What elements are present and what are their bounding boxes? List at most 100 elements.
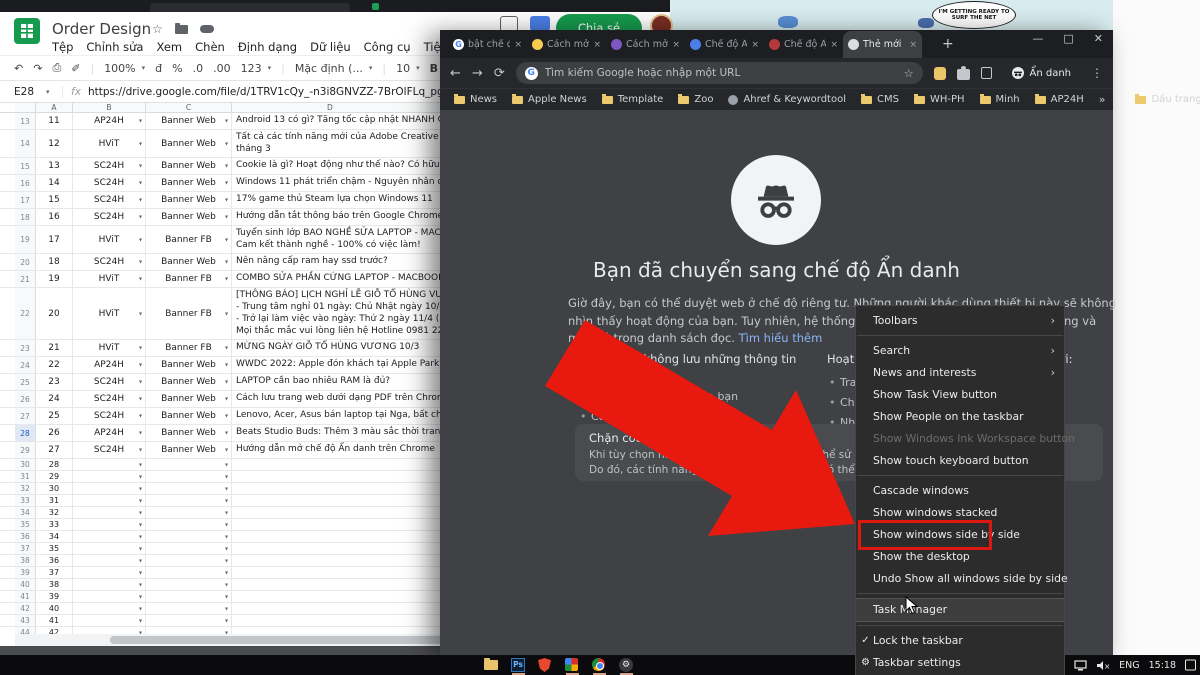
cell-a[interactable]: 33	[36, 519, 73, 530]
cell-c-dropdown[interactable]	[146, 519, 232, 530]
zoom-select[interactable]: 100%	[104, 62, 135, 75]
cell-c-dropdown[interactable]: Banner Web	[146, 175, 232, 191]
menu-item[interactable]: ✓ Lock the taskbar	[856, 630, 1064, 652]
bookmark-item[interactable]: WH-PH	[914, 94, 965, 105]
cell-a[interactable]: 26	[36, 425, 73, 441]
row-header[interactable]: 13	[15, 113, 36, 129]
print-icon[interactable]: ⎙	[52, 61, 61, 75]
volume-muted-icon[interactable]: ×	[1096, 660, 1110, 671]
cell-a[interactable]: 31	[36, 495, 73, 506]
row-header[interactable]: 14	[15, 130, 36, 157]
browser-tab[interactable]: Chế độ Ẩ ×	[685, 31, 764, 58]
cell-b-dropdown[interactable]	[73, 555, 146, 566]
row-header[interactable]: 26	[15, 391, 36, 407]
row-header[interactable]: 28	[15, 425, 36, 441]
cell-a[interactable]: 29	[36, 471, 73, 482]
row-header[interactable]: 38	[15, 555, 36, 566]
file-explorer-icon[interactable]	[484, 657, 499, 672]
cell-a[interactable]: 40	[36, 603, 73, 614]
row-header-corner[interactable]	[15, 103, 36, 112]
learn-more-link[interactable]: Tìm hiểu thêm	[739, 331, 823, 345]
cell-b-dropdown[interactable]	[73, 591, 146, 602]
menu-item[interactable]: Show People on the taskbar	[856, 406, 1064, 428]
cell-a[interactable]: 17	[36, 226, 73, 253]
row-header[interactable]: 22	[15, 288, 36, 339]
cell-c-dropdown[interactable]	[146, 567, 232, 578]
cell-c-dropdown[interactable]	[146, 615, 232, 626]
star-icon[interactable]: ☆	[152, 22, 163, 36]
menu-item[interactable]: Chèn	[195, 40, 225, 54]
tab-close-icon[interactable]: ×	[672, 40, 680, 50]
bookmark-item[interactable]: Minh	[980, 94, 1020, 105]
settings-gear-icon[interactable]: ⚙	[619, 657, 634, 672]
cell-a[interactable]: 41	[36, 615, 73, 626]
cell-c-dropdown[interactable]: Banner Web	[146, 442, 232, 458]
cell-b-dropdown[interactable]: SC24H	[73, 192, 146, 208]
cell-c-dropdown[interactable]	[146, 459, 232, 470]
menu-item[interactable]	[856, 332, 1064, 340]
row-header[interactable]: 32	[15, 483, 36, 494]
cell-a[interactable]: 23	[36, 374, 73, 390]
cell-c-dropdown[interactable]: Banner Web	[146, 254, 232, 270]
cell-b-dropdown[interactable]: SC24H	[73, 254, 146, 270]
cell-a[interactable]: 14	[36, 175, 73, 191]
row-header[interactable]: 18	[15, 209, 36, 225]
menu-item[interactable]: Show Task View button	[856, 384, 1064, 406]
cell-b-dropdown[interactable]: HViT	[73, 340, 146, 356]
cell-c-dropdown[interactable]	[146, 495, 232, 506]
cell-b-dropdown[interactable]	[73, 483, 146, 494]
cell-b-dropdown[interactable]: SC24H	[73, 374, 146, 390]
side-panel-icon[interactable]	[981, 67, 993, 79]
chrome-icon[interactable]	[592, 657, 607, 672]
menu-item[interactable]	[856, 622, 1064, 630]
row-header[interactable]: 20	[15, 254, 36, 270]
row-header[interactable]: 24	[15, 357, 36, 373]
row-header[interactable]: 39	[15, 567, 36, 578]
cell-b-dropdown[interactable]	[73, 567, 146, 578]
cell-c-dropdown[interactable]: Banner Web	[146, 391, 232, 407]
cell-a[interactable]: 19	[36, 271, 73, 287]
cell-b-dropdown[interactable]: SC24H	[73, 408, 146, 424]
browser-tab[interactable]: Cách mở ×	[606, 31, 685, 58]
row-header[interactable]: 42	[15, 603, 36, 614]
cell-a[interactable]: 32	[36, 507, 73, 518]
document-title[interactable]: Order Design	[52, 20, 151, 38]
menu-item[interactable]: Định dạng	[238, 40, 297, 54]
address-bar[interactable]: G Tìm kiếm Google hoặc nhập một URL ☆	[516, 62, 923, 84]
row-header[interactable]: 34	[15, 507, 36, 518]
browser-tab[interactable]: Cách mở ×	[527, 31, 606, 58]
cell-c-dropdown[interactable]	[146, 579, 232, 590]
cell-a[interactable]: 21	[36, 340, 73, 356]
cell-a[interactable]: 22	[36, 357, 73, 373]
chevron-down-icon[interactable]: ▾	[369, 64, 373, 72]
cell-a[interactable]: 28	[36, 459, 73, 470]
row-header[interactable]: 30	[15, 459, 36, 470]
column-header-c[interactable]: C	[146, 103, 232, 112]
browser-tab[interactable]: Thẻ mới ×	[843, 31, 922, 58]
menu-item[interactable]: Toolbars ›	[856, 310, 1064, 332]
currency-format-button[interactable]: đ	[155, 62, 162, 75]
menu-item[interactable]: News and interests ›	[856, 362, 1064, 384]
cell-b-dropdown[interactable]: AP24H	[73, 113, 146, 129]
new-tab-button[interactable]: +	[942, 36, 954, 52]
maximize-button[interactable]: □	[1063, 32, 1073, 45]
cell-a[interactable]: 27	[36, 442, 73, 458]
cell-c-dropdown[interactable]: Banner Web	[146, 209, 232, 225]
cell-b-dropdown[interactable]	[73, 543, 146, 554]
cell-a[interactable]: 35	[36, 543, 73, 554]
menu-item[interactable]: Show Windows Ink Workspace button	[856, 428, 1064, 450]
cell-c-dropdown[interactable]: Banner FB	[146, 288, 232, 339]
tab-close-icon[interactable]: ×	[514, 40, 522, 50]
address-bar-placeholder[interactable]: Tìm kiếm Google hoặc nhập một URL	[545, 67, 897, 79]
clock[interactable]: 15:18	[1149, 660, 1176, 671]
close-button[interactable]: ✕	[1094, 32, 1103, 45]
forward-icon[interactable]: →	[472, 66, 483, 81]
menu-item[interactable]: Show the desktop	[856, 546, 1064, 568]
cell-c-dropdown[interactable]: Banner FB	[146, 340, 232, 356]
bookmark-item[interactable]: Zoo	[678, 94, 713, 105]
bookmark-item[interactable]: AP24H	[1035, 94, 1084, 105]
cell-c-dropdown[interactable]	[146, 543, 232, 554]
name-box[interactable]: E28	[0, 86, 46, 98]
cell-a[interactable]: 11	[36, 113, 73, 129]
bookmark-item[interactable]: Ahref & Keywordtool	[728, 94, 846, 105]
